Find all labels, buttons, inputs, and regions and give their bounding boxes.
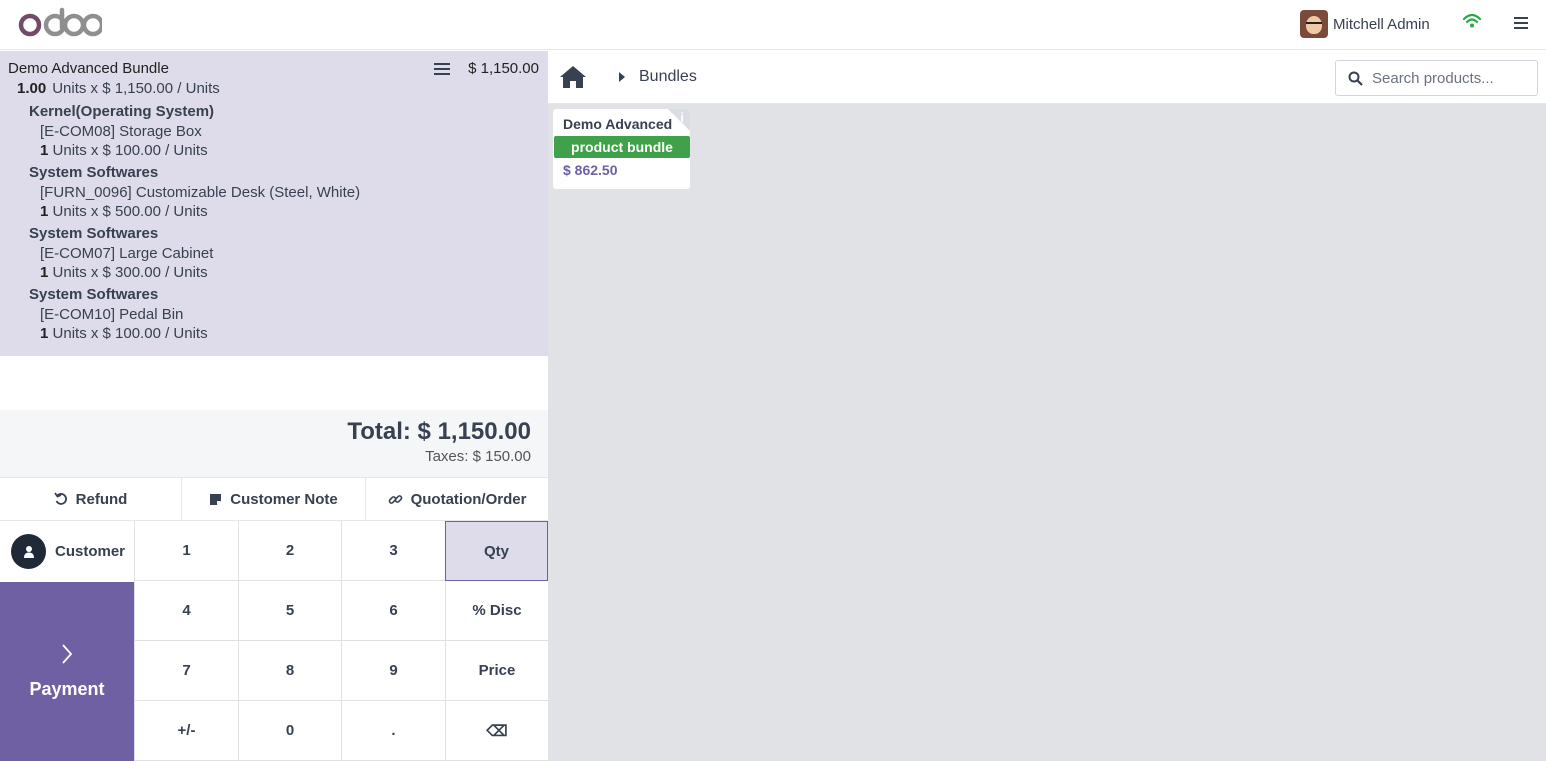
order-total: Total: $ 1,150.00 <box>347 418 531 445</box>
user-icon <box>11 534 46 569</box>
payment-button[interactable]: Payment <box>0 582 134 761</box>
bundle-group: System Softwares [FURN_0096] Customizabl… <box>29 163 529 221</box>
hamburger-icon[interactable] <box>1513 15 1529 31</box>
search-input[interactable] <box>1372 61 1532 95</box>
bundle-group: Kernel(Operating System) [E-COM08] Stora… <box>29 102 529 160</box>
order-taxes: Taxes: $ 150.00 <box>425 448 531 465</box>
wifi-icon[interactable] <box>1462 12 1482 30</box>
orderline-qty-text: Units x $ 1,150.00 / Units <box>52 80 220 97</box>
order-lines[interactable]: Demo Advanced Bundle $ 1,150.00 1.00 Unit… <box>0 51 548 356</box>
bundle-group-name: Kernel(Operating System) <box>29 103 215 120</box>
bundle-item-qty: 1 Units x $ 500.00 / Units <box>40 203 208 220</box>
quotation-order-button[interactable]: Quotation/Order <box>366 478 548 520</box>
top-bar: Mitchell Admin <box>0 0 1546 50</box>
bundle-group-name: System Softwares <box>29 164 159 181</box>
breadcrumb-bundles[interactable]: Bundles <box>639 68 697 86</box>
customer-button[interactable]: Customer <box>0 521 134 582</box>
caret-right-icon <box>619 72 625 82</box>
product-price: $ 862.50 <box>563 162 618 178</box>
bundle-item-name: [FURN_0096] Customizable Desk (Steel, Wh… <box>40 184 361 201</box>
numpad-key-2[interactable]: 2 <box>238 521 341 581</box>
product-list: i Demo Advanced Bundle product bundle $ … <box>548 104 1546 761</box>
product-card[interactable]: i Demo Advanced Bundle product bundle $ … <box>553 109 690 189</box>
bundle-item-name: [E-COM10] Pedal Bin <box>40 306 184 323</box>
sticky-note-icon <box>210 493 222 505</box>
search-box[interactable] <box>1335 60 1538 96</box>
numpad-mode-qty[interactable]: Qty <box>445 521 548 581</box>
order-totals: Total: $ 1,150.00 Taxes: $ 150.00 <box>0 410 548 477</box>
order-empty-space <box>0 356 548 410</box>
bundle-item-name: [E-COM08] Storage Box <box>40 123 202 140</box>
orderline-product-name: Demo Advanced Bundle <box>8 60 169 77</box>
numpad-key-4[interactable]: 4 <box>134 581 238 641</box>
numpad-key-6[interactable]: 6 <box>341 581 445 641</box>
bundle-group: System Softwares [E-COM07] Large Cabinet… <box>29 224 529 282</box>
orderline-price: $ 1,150.00 <box>468 60 539 77</box>
refund-button[interactable]: Refund <box>0 478 182 520</box>
product-bundle-badge: product bundle <box>554 136 690 158</box>
numpad-mode-discount[interactable]: % Disc <box>445 581 548 641</box>
bundle-item-qty: 1 Units x $ 300.00 / Units <box>40 264 208 281</box>
bundle-group: System Softwares [E-COM10] Pedal Bin 1 U… <box>29 285 529 343</box>
numpad-key-8[interactable]: 8 <box>238 641 341 701</box>
undo-icon <box>53 492 67 505</box>
home-icon[interactable] <box>559 64 587 90</box>
odoo-logo <box>18 7 102 37</box>
user-menu[interactable]: Mitchell Admin <box>1300 9 1430 39</box>
catalog-header: Bundles <box>548 51 1546 104</box>
numpad-key-dot[interactable]: . <box>341 701 445 761</box>
numpad-key-0[interactable]: 0 <box>238 701 341 761</box>
orderline-qty: 1.00 Units x $ 1,150.00 / Units <box>17 80 220 97</box>
customer-note-button[interactable]: Customer Note <box>182 478 366 520</box>
customer-note-label: Customer Note <box>230 490 338 508</box>
numpad-key-1[interactable]: 1 <box>134 521 238 581</box>
numpad-key-5[interactable]: 5 <box>238 581 341 641</box>
link-icon <box>388 494 402 504</box>
numpad-mode-price[interactable]: Price <box>445 641 548 701</box>
control-buttons: Refund Customer Note Quotation/Order <box>0 477 548 521</box>
numpad-key-7[interactable]: 7 <box>134 641 238 701</box>
customer-label: Customer <box>55 543 126 560</box>
numpad-backspace-icon[interactable]: ⌫ <box>445 701 548 761</box>
search-icon <box>1348 71 1363 86</box>
bundle-components: Kernel(Operating System) [E-COM08] Stora… <box>29 102 529 346</box>
bundle-item-name: [E-COM07] Large Cabinet <box>40 245 214 262</box>
avatar <box>1300 10 1328 38</box>
chevron-right-icon <box>62 644 73 664</box>
orderline-qty-value: 1.00 <box>17 80 47 97</box>
bundle-item-qty: 1 Units x $ 100.00 / Units <box>40 142 208 159</box>
numpad: 1 2 3 Qty 4 5 6 % Disc 7 8 9 Price +/- 0… <box>134 521 548 761</box>
numpad-key-9[interactable]: 9 <box>341 641 445 701</box>
numpad-key-sign[interactable]: +/- <box>134 701 238 761</box>
numpad-key-3[interactable]: 3 <box>341 521 445 581</box>
bundle-item-qty: 1 Units x $ 100.00 / Units <box>40 325 208 342</box>
list-icon[interactable] <box>433 61 451 77</box>
quotation-label: Quotation/Order <box>410 490 527 508</box>
bundle-group-name: System Softwares <box>29 225 159 242</box>
bundle-group-name: System Softwares <box>29 286 159 303</box>
refund-label: Refund <box>75 490 128 508</box>
payment-label: Payment <box>29 679 105 699</box>
user-name: Mitchell Admin <box>1333 15 1430 33</box>
